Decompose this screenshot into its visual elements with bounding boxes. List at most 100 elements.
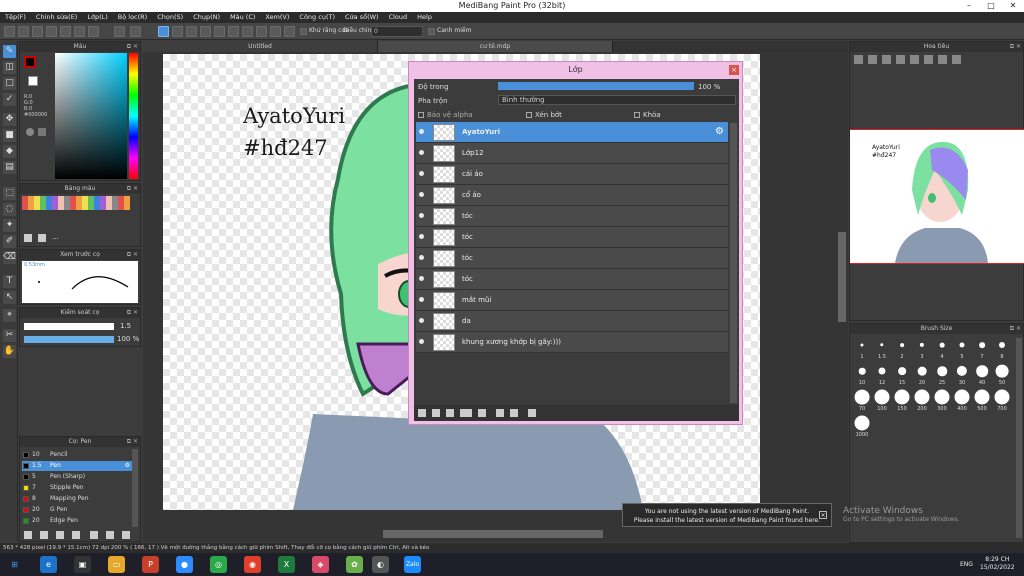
- snap-settings-icon[interactable]: [284, 26, 295, 37]
- store-icon[interactable]: ▣: [74, 556, 91, 573]
- rect-select-icon[interactable]: ⬚: [3, 187, 16, 200]
- opacity-slider[interactable]: [498, 82, 694, 90]
- zoom-out-icon[interactable]: [882, 55, 891, 64]
- layer-window-close-icon[interactable]: ×: [729, 65, 739, 75]
- lock-checkbox[interactable]: [634, 112, 640, 118]
- brush-tool-icon[interactable]: ✎: [3, 45, 16, 58]
- notification-close-icon[interactable]: ×: [819, 511, 827, 519]
- duplicate-layer-icon[interactable]: [496, 409, 504, 417]
- layer-row[interactable]: tóc: [416, 227, 728, 248]
- visibility-icon[interactable]: [419, 192, 424, 197]
- brush-copy-icon[interactable]: [72, 531, 80, 539]
- hue-slider[interactable]: [129, 53, 138, 179]
- snap-soft-checkbox[interactable]: [428, 28, 435, 35]
- snap-perspective-icon[interactable]: [270, 26, 281, 37]
- canvas-v-scrollbar[interactable]: [838, 232, 846, 322]
- panel-close-icon[interactable]: ⧉ ✕: [1010, 324, 1021, 334]
- network-app-icon[interactable]: ◎: [210, 556, 227, 573]
- brush-settings-icon[interactable]: ⚙: [125, 461, 130, 471]
- menu-cloud[interactable]: Cloud: [384, 12, 413, 23]
- menu-help[interactable]: Help: [412, 12, 437, 23]
- brush-size-cell[interactable]: 100: [872, 388, 892, 412]
- brush-size-cell[interactable]: 500: [972, 388, 992, 412]
- panel-close-icon[interactable]: ⧉ ✕: [127, 250, 138, 260]
- layer-row[interactable]: cổ áo: [416, 185, 728, 206]
- powerpoint-icon[interactable]: P: [142, 556, 159, 573]
- brush-item-pencil[interactable]: 10 Pencil: [22, 450, 132, 460]
- close-button[interactable]: ✕: [1002, 0, 1024, 12]
- zoom-app-icon[interactable]: ●: [176, 556, 193, 573]
- layer-settings-icon[interactable]: ⚙: [715, 126, 724, 137]
- brush-item-mapping-pen[interactable]: 8 Mapping Pen: [22, 494, 132, 504]
- visibility-icon[interactable]: [419, 150, 424, 155]
- edge-icon[interactable]: e: [40, 556, 57, 573]
- palette-add-icon[interactable]: [24, 234, 32, 242]
- app-icon[interactable]: ◈: [312, 556, 329, 573]
- zalo-icon[interactable]: Zalo: [404, 556, 421, 573]
- language-indicator[interactable]: ENG: [960, 561, 973, 568]
- brush-size-cell[interactable]: 200: [912, 388, 932, 412]
- panel-close-icon[interactable]: ⧉ ✕: [127, 437, 138, 447]
- panel-close-icon[interactable]: ⧉ ✕: [127, 42, 138, 52]
- cloud-icon[interactable]: [4, 26, 15, 37]
- color-mode-icon[interactable]: [26, 128, 34, 136]
- app-icon[interactable]: ✿: [346, 556, 363, 573]
- merge-layer-icon[interactable]: [510, 409, 518, 417]
- snap-cross-icon[interactable]: [186, 26, 197, 37]
- file-explorer-icon[interactable]: ▭: [108, 556, 125, 573]
- snap-off-icon[interactable]: [158, 26, 169, 37]
- menu-layer[interactable]: Lớp(L): [82, 12, 112, 23]
- update-notification[interactable]: You are not using the latest version of …: [622, 503, 832, 527]
- brush-size-cell[interactable]: 50: [992, 362, 1012, 386]
- shape-tool-icon[interactable]: ■: [3, 129, 16, 142]
- visibility-icon[interactable]: [419, 234, 424, 239]
- add-halftone-layer-icon[interactable]: [432, 409, 440, 417]
- antialias-checkbox[interactable]: [300, 28, 307, 35]
- panel-close-icon[interactable]: ⧉ ✕: [127, 308, 138, 318]
- visibility-icon[interactable]: [419, 213, 424, 218]
- brush-size-cell[interactable]: 10: [852, 362, 872, 386]
- windows-start-icon[interactable]: ⊞: [6, 556, 23, 573]
- visibility-icon[interactable]: [419, 129, 424, 134]
- chrome-icon[interactable]: ◉: [244, 556, 261, 573]
- eraser-tool-icon[interactable]: ◫: [3, 61, 16, 74]
- layer-row[interactable]: Lớp12: [416, 143, 728, 164]
- brush-size-cell[interactable]: 4: [932, 336, 952, 360]
- layer-list-scrollbar[interactable]: [730, 123, 737, 403]
- brush-item-stipple-pen[interactable]: 7 Stipple Pen: [22, 483, 132, 493]
- new-file-icon[interactable]: [18, 26, 29, 37]
- layer-row[interactable]: tóc: [416, 269, 728, 290]
- snap-vanish-icon[interactable]: [200, 26, 211, 37]
- save-as-icon[interactable]: [60, 26, 71, 37]
- brush-size-cell[interactable]: 70: [852, 388, 872, 412]
- brush-size-cell[interactable]: 12: [872, 362, 892, 386]
- brush-add-icon[interactable]: [40, 531, 48, 539]
- excel-icon[interactable]: X: [278, 556, 295, 573]
- layer-folder-icon[interactable]: [478, 409, 486, 417]
- brush-size-cell[interactable]: 8: [992, 336, 1012, 360]
- menu-select[interactable]: Chọn(S): [152, 12, 188, 23]
- magic-wand-icon[interactable]: ✦: [3, 219, 16, 232]
- brush-size-cell[interactable]: 3: [912, 336, 932, 360]
- canvas-h-scrollbar[interactable]: [383, 530, 603, 538]
- delete-layer-icon[interactable]: [528, 409, 536, 417]
- snap-circle-icon[interactable]: [228, 26, 239, 37]
- zoom-fit-icon[interactable]: [854, 55, 863, 64]
- rotate-reset-icon[interactable]: [938, 55, 947, 64]
- layer-menu-dropdown-icon[interactable]: [460, 409, 472, 417]
- brush-size-cell[interactable]: 30: [952, 362, 972, 386]
- brush-size-scrollbar[interactable]: [1016, 338, 1022, 538]
- color-swap-icon[interactable]: [38, 128, 46, 136]
- minimize-button[interactable]: –: [958, 0, 980, 12]
- medibang-taskbar-icon[interactable]: ◐: [372, 556, 389, 573]
- add-layer-icon[interactable]: [418, 409, 426, 417]
- brush-size-cell[interactable]: 2: [892, 336, 912, 360]
- brush-cloud-icon[interactable]: [56, 531, 64, 539]
- menu-view[interactable]: Xem(V): [260, 12, 294, 23]
- brush-size-slider[interactable]: [24, 323, 114, 330]
- secondary-color-swatch[interactable]: [28, 76, 38, 86]
- brush-duplicate-icon[interactable]: [106, 531, 114, 539]
- layer-row[interactable]: da: [416, 311, 728, 332]
- brush-size-cell[interactable]: 300: [932, 388, 952, 412]
- fill-tool-icon[interactable]: ◆: [3, 145, 16, 158]
